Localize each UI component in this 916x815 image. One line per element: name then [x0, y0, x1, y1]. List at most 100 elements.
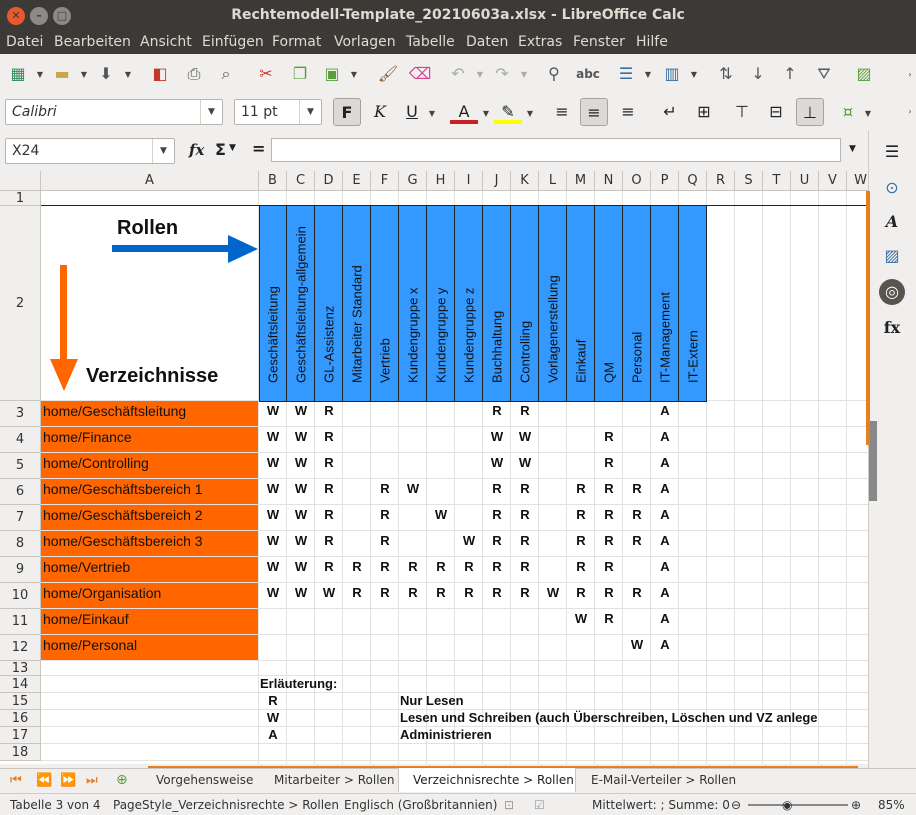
align-left-icon[interactable]: ≡ — [548, 98, 576, 126]
clear-formatting-icon[interactable]: ⌫ — [408, 62, 432, 86]
column-header[interactable]: U — [791, 171, 819, 191]
permission-cell[interactable]: R — [483, 507, 511, 522]
row-header[interactable]: 15 — [0, 693, 41, 710]
next-sheet-icon[interactable]: ⏩ — [60, 773, 76, 788]
vertical-scrollbar[interactable] — [866, 191, 876, 764]
formula-equals-icon[interactable]: = — [252, 139, 265, 158]
permission-cell[interactable]: R — [623, 533, 651, 548]
redo-icon[interactable]: ↷ — [490, 62, 514, 86]
chevron-right-icon[interactable]: › — [906, 107, 914, 116]
column-header[interactable]: M — [567, 171, 595, 191]
chevron-down-icon[interactable]: ▼ — [124, 70, 132, 79]
row-header[interactable]: 6 — [0, 479, 41, 505]
permission-cell[interactable]: R — [567, 507, 595, 522]
role-header[interactable]: Buchhaltung — [483, 206, 511, 402]
chevron-down-icon[interactable]: ▼ — [864, 109, 872, 118]
role-header[interactable]: Vorlagenerstellung — [539, 206, 567, 402]
print-icon[interactable]: ⎙ — [182, 62, 206, 86]
permission-cell[interactable]: W — [567, 611, 595, 626]
permission-cell[interactable]: W — [259, 403, 287, 418]
chevron-down-icon[interactable]: ▼ — [428, 109, 436, 118]
permission-cell[interactable]: R — [343, 559, 371, 574]
permission-cell[interactable]: A — [651, 481, 679, 496]
permission-cell[interactable]: R — [623, 507, 651, 522]
column-header[interactable]: K — [511, 171, 539, 191]
role-header[interactable]: Controlling — [511, 206, 539, 402]
row-header[interactable]: 7 — [0, 505, 41, 531]
menu-fenster[interactable]: Fenster — [573, 34, 625, 50]
name-box[interactable]: X24 ▼ — [5, 138, 175, 164]
row-icon[interactable]: ☰ — [614, 62, 638, 86]
permission-cell[interactable]: A — [651, 533, 679, 548]
permission-cell[interactable]: W — [623, 637, 651, 652]
permission-cell[interactable]: W — [483, 455, 511, 470]
permission-cell[interactable]: W — [287, 559, 315, 574]
permission-cell[interactable]: R — [483, 559, 511, 574]
formula-input[interactable] — [271, 138, 841, 162]
role-header[interactable]: Vertrieb — [371, 206, 399, 402]
row-header[interactable]: 17 — [0, 727, 41, 744]
save-icon[interactable]: ⬇ — [94, 62, 118, 86]
directory-cell[interactable]: home/Controlling — [41, 453, 258, 478]
column-header[interactable]: O — [623, 171, 651, 191]
chevron-down-icon[interactable]: ▼ — [520, 70, 528, 79]
properties-icon[interactable]: ⊙ — [879, 175, 905, 201]
permission-cell[interactable]: W — [511, 455, 539, 470]
permission-cell[interactable]: R — [595, 429, 623, 444]
row-header[interactable]: 8 — [0, 531, 41, 557]
insert-image-icon[interactable]: ▨ — [852, 62, 876, 86]
column-header[interactable]: W — [847, 171, 868, 191]
menu-format[interactable]: Format — [272, 34, 321, 50]
tab-mitarbeiter-rollen[interactable]: Mitarbeiter > Rollen — [274, 773, 395, 787]
directory-cell[interactable]: home/Organisation — [41, 583, 258, 608]
bold-button[interactable]: F — [333, 98, 361, 126]
styles-icon[interactable]: A — [879, 209, 905, 235]
export-pdf-icon[interactable]: ◧ — [148, 62, 172, 86]
column-header[interactable]: S — [735, 171, 763, 191]
permission-cell[interactable]: R — [623, 585, 651, 600]
role-header[interactable]: Kundengruppe y — [427, 206, 455, 402]
permission-cell[interactable]: R — [371, 533, 399, 548]
permission-cell[interactable]: W — [287, 507, 315, 522]
permission-cell[interactable]: W — [259, 533, 287, 548]
permission-cell[interactable]: R — [511, 507, 539, 522]
currency-format-icon[interactable]: ¤ — [834, 98, 862, 126]
menu-datei[interactable]: Datei — [6, 34, 43, 50]
spreadsheet-grid[interactable]: ABCDEFGHIJKLMNOPQRSTUVW 1 2 3 4 5 6 7 8 9 10 11 12 1… — [0, 171, 868, 764]
zoom-slider-handle[interactable]: ◉ — [782, 798, 792, 812]
permission-cell[interactable]: R — [595, 611, 623, 626]
expand-formula-icon[interactable]: ▼ — [849, 144, 856, 154]
permission-cell[interactable]: R — [595, 507, 623, 522]
role-header[interactable]: Personal — [623, 206, 651, 402]
permission-cell[interactable]: A — [651, 585, 679, 600]
column-header[interactable]: P — [651, 171, 679, 191]
permission-cell[interactable]: R — [371, 481, 399, 496]
chevron-down-icon[interactable]: ▼ — [690, 70, 698, 79]
font-color-button[interactable]: A — [450, 98, 478, 124]
menu-bearbeiten[interactable]: Bearbeiten — [54, 34, 131, 50]
select-all-corner[interactable] — [0, 171, 41, 191]
permission-cell[interactable]: W — [539, 585, 567, 600]
permission-cell[interactable]: R — [315, 429, 343, 444]
permission-cell[interactable]: W — [259, 559, 287, 574]
permission-cell[interactable]: W — [259, 429, 287, 444]
row-header[interactable]: 9 — [0, 557, 41, 583]
row-header[interactable]: 1 — [0, 191, 41, 206]
menu-ansicht[interactable]: Ansicht — [140, 34, 192, 50]
chevron-down-icon[interactable]: ▼ — [229, 143, 236, 153]
permission-cell[interactable]: W — [259, 585, 287, 600]
open-folder-icon[interactable]: ▬ — [50, 62, 74, 86]
find-replace-icon[interactable]: ⚲ — [542, 62, 566, 86]
menu-hilfe[interactable]: Hilfe — [636, 34, 668, 50]
font-size-combobox[interactable]: 11 pt ▼ — [234, 99, 322, 125]
permission-cell[interactable]: R — [399, 559, 427, 574]
permission-cell[interactable]: R — [483, 533, 511, 548]
functions-icon[interactable]: fx — [879, 315, 905, 341]
role-header[interactable]: Einkauf — [567, 206, 595, 402]
column-header[interactable]: H — [427, 171, 455, 191]
column-header[interactable]: D — [315, 171, 343, 191]
permission-cell[interactable]: R — [315, 403, 343, 418]
permission-cell[interactable]: R — [567, 533, 595, 548]
chevron-down-icon[interactable]: ▼ — [482, 109, 490, 118]
font-name-combobox[interactable]: Calibri ▼ — [5, 99, 223, 125]
